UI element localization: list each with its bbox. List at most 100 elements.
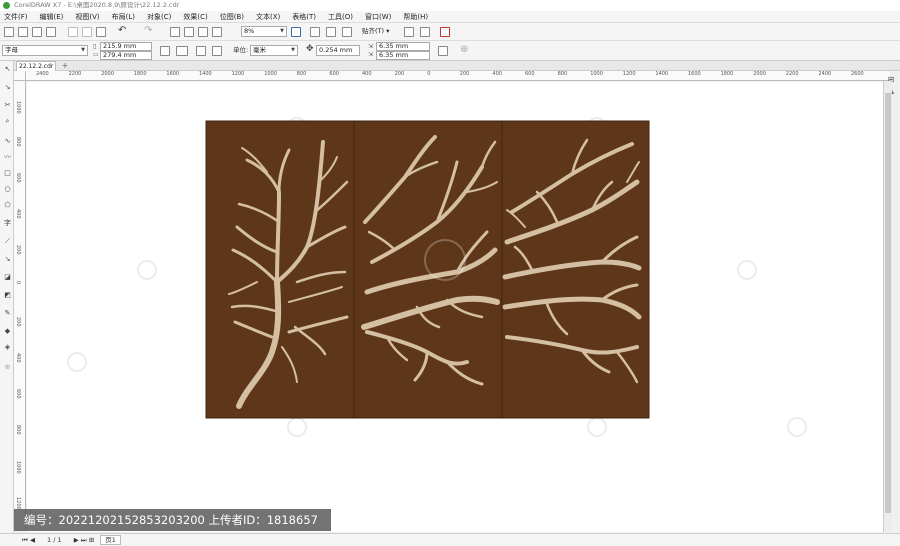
- pick-tool-icon[interactable]: ↖: [3, 65, 12, 74]
- add-page-icon[interactable]: ⊞: [89, 536, 94, 544]
- rectangle-tool-icon[interactable]: □: [3, 169, 12, 178]
- page-width-value: 215.9 mm: [103, 42, 137, 50]
- menu-item-6[interactable]: 位图(B): [220, 12, 244, 22]
- eyedropper-icon[interactable]: ✎: [3, 309, 12, 318]
- page-height-value: 279.4 mm: [103, 51, 137, 59]
- freehand-tool-icon[interactable]: ∿: [3, 137, 12, 146]
- prev-page-icon[interactable]: ◀: [30, 536, 35, 544]
- duplicate-x-field[interactable]: 6.35 mm: [376, 42, 430, 51]
- shape-tool-icon[interactable]: ↘: [3, 83, 12, 92]
- menu-item-5[interactable]: 效果(C): [183, 12, 207, 22]
- full-screen-icon[interactable]: [291, 27, 301, 37]
- h-ruler-tick: 2600: [851, 71, 864, 77]
- redo-icon[interactable]: ↷: [144, 25, 152, 36]
- text-tool-icon[interactable]: 字: [3, 219, 12, 228]
- treat-as-filled-icon[interactable]: [438, 46, 448, 56]
- undo-icon[interactable]: ↶: [118, 25, 126, 36]
- menu-item-1[interactable]: 编辑(E): [40, 12, 64, 22]
- crop-tool-icon[interactable]: ✂: [3, 101, 12, 110]
- show-guidelines-icon[interactable]: [342, 27, 352, 37]
- show-rulers-icon[interactable]: [310, 27, 320, 37]
- units-select[interactable]: 毫米 ▼: [250, 45, 298, 56]
- publish-pdf-icon[interactable]: [198, 27, 208, 37]
- h-ruler-tick: 2200: [68, 71, 82, 77]
- options-icon[interactable]: [404, 27, 414, 37]
- menu-item-3[interactable]: 布局(L): [112, 12, 135, 22]
- zoom-tool-icon[interactable]: ⌕: [3, 117, 12, 126]
- document-tab[interactable]: 22.12.2.cdr: [16, 61, 56, 71]
- add-tool-icon[interactable]: ⊕: [3, 363, 12, 372]
- add-preset-icon[interactable]: ⊕: [460, 44, 468, 55]
- drop-shadow-icon[interactable]: ◪: [3, 273, 12, 282]
- portrait-icon[interactable]: [160, 46, 170, 56]
- menu-item-11[interactable]: 帮助(H): [403, 12, 428, 22]
- save-icon[interactable]: [32, 27, 42, 37]
- menu-item-8[interactable]: 表格(T): [292, 12, 316, 22]
- v-ruler-tick: 800: [15, 137, 21, 147]
- menu-item-9[interactable]: 工具(O): [328, 12, 353, 22]
- h-ruler-tick: 400: [362, 71, 372, 77]
- add-document-tab-icon[interactable]: +: [60, 61, 70, 71]
- import-icon[interactable]: [170, 27, 180, 37]
- page-size-preset-value: 字母: [5, 46, 18, 54]
- ellipse-tool-icon[interactable]: ○: [3, 185, 12, 194]
- smart-fill-icon[interactable]: ◈: [3, 343, 12, 352]
- print-icon[interactable]: [46, 27, 56, 37]
- page-size-preset-select[interactable]: 字母 ▼: [2, 45, 88, 56]
- application-launcher-icon[interactable]: [420, 27, 430, 37]
- duplicate-y-field[interactable]: 6.35 mm: [376, 51, 430, 60]
- snap-to-label: 贴齐(T): [362, 27, 385, 35]
- copy-icon[interactable]: [82, 27, 92, 37]
- landscape-icon[interactable]: [176, 46, 188, 56]
- first-page-icon[interactable]: ⏮: [22, 536, 28, 544]
- h-ruler-tick: 200: [459, 71, 470, 77]
- show-grid-icon[interactable]: [326, 27, 336, 37]
- vertical-scroll-thumb[interactable]: [885, 93, 891, 513]
- h-ruler-tick: 2400: [36, 71, 49, 77]
- menu-item-7[interactable]: 文本(X): [256, 12, 280, 22]
- artistic-media-icon[interactable]: 〰: [3, 153, 12, 162]
- h-ruler-tick: 800: [296, 71, 307, 77]
- cut-icon[interactable]: [68, 27, 78, 37]
- last-page-icon[interactable]: ⏭: [81, 536, 87, 544]
- window-title-bar: CorelDRAW X7 - E:\桌面2020.8.9\原设计\22.12.2…: [0, 0, 900, 11]
- paste-icon[interactable]: [96, 27, 106, 37]
- nudge-distance-field[interactable]: 0.254 mm: [316, 45, 360, 56]
- page-height-field[interactable]: 279.4 mm: [100, 51, 152, 60]
- interactive-fill-icon[interactable]: ◆: [3, 327, 12, 336]
- snap-to-menu[interactable]: 贴齐(T) ▾: [362, 26, 389, 37]
- app-launcher-icon[interactable]: [212, 27, 222, 37]
- menu-item-2[interactable]: 视图(V): [75, 12, 99, 22]
- current-page-icon[interactable]: [212, 46, 222, 56]
- all-pages-icon[interactable]: [196, 46, 206, 56]
- export-dropdown-icon[interactable]: [440, 27, 450, 37]
- vertical-ruler[interactable]: 1000 800 600 400 200 0 200 400 600 800 1000 1200: [14, 81, 26, 531]
- drawing-canvas[interactable]: [27, 82, 883, 532]
- units-label: 单位:: [233, 46, 249, 54]
- v-ruler-tick: 1000: [15, 461, 21, 474]
- export-icon[interactable]: [184, 27, 194, 37]
- horizontal-ruler[interactable]: 2400 2200 2000 1800 1600 1400 1200 1000 800 600 40…: [26, 71, 890, 81]
- page-width-field[interactable]: 215.9 mm: [100, 42, 152, 51]
- open-icon[interactable]: [18, 27, 28, 37]
- h-ruler-tick: 1800: [133, 71, 147, 77]
- h-ruler-tick: 2400: [818, 71, 832, 77]
- ruler-origin[interactable]: [14, 71, 26, 81]
- v-ruler-tick: 200: [15, 245, 21, 255]
- h-ruler-tick: 400: [492, 71, 502, 77]
- vertical-scrollbar[interactable]: [883, 81, 892, 532]
- transparency-tool-icon[interactable]: ◩: [3, 291, 12, 300]
- connector-tool-icon[interactable]: ↘: [3, 255, 12, 264]
- new-document-icon[interactable]: [4, 27, 14, 37]
- next-page-icon[interactable]: ▶: [74, 536, 79, 544]
- duplicate-x-value: 6.35 mm: [379, 42, 409, 50]
- menu-item-10[interactable]: 窗口(W): [365, 12, 391, 22]
- polygon-tool-icon[interactable]: ⬠: [3, 201, 12, 210]
- zoom-level-select[interactable]: 8% ▼: [241, 26, 287, 37]
- parallel-dimension-icon[interactable]: ⟋: [3, 237, 12, 246]
- menu-item-0[interactable]: 文件(F): [4, 12, 28, 22]
- page-tab[interactable]: 页1: [100, 535, 121, 545]
- menu-item-4[interactable]: 对象(C): [147, 12, 171, 22]
- nudge-distance-value: 0.254 mm: [319, 46, 353, 54]
- v-ruler-tick: 600: [15, 389, 21, 399]
